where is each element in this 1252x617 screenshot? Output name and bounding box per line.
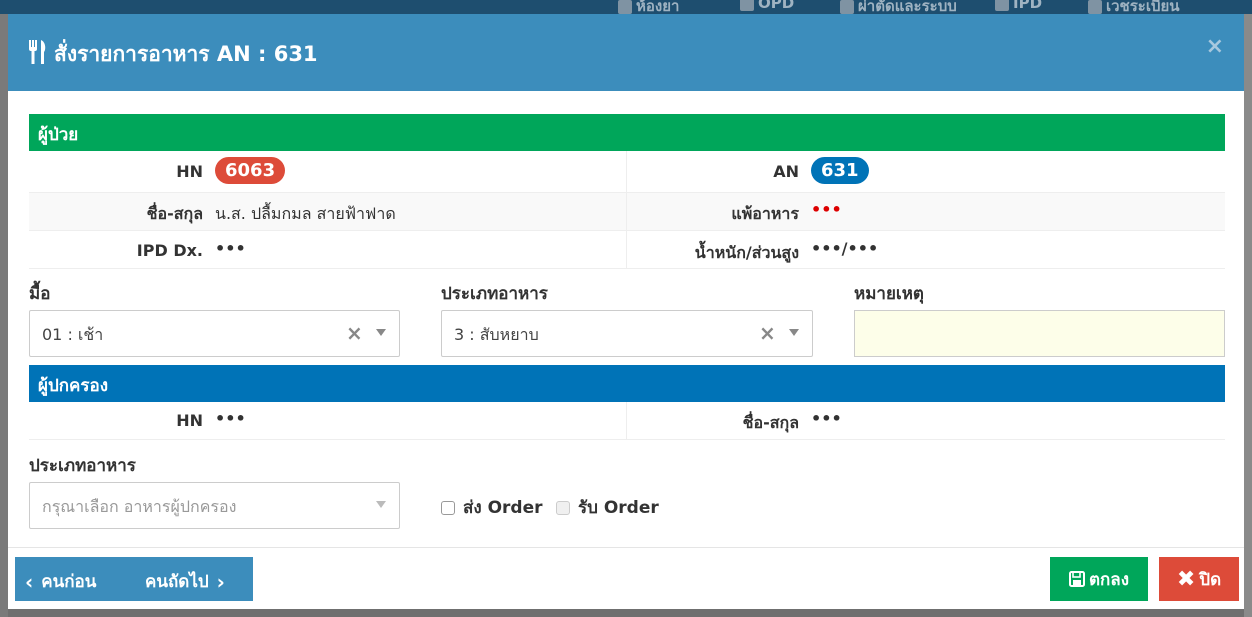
chevron-right-icon: › <box>216 569 225 594</box>
nav-records: เวชระเบียน <box>1088 0 1180 14</box>
meal-caret-icon[interactable] <box>376 329 386 336</box>
meal-clear-icon[interactable]: × <box>346 321 363 345</box>
patient-row-name-allergy: ชื่อ-สกุล น.ส. ปลื้มกมล สายฟ้าฟาด แพ้อาห… <box>29 193 1225 231</box>
guardian-section-heading: ผู้ปกครอง <box>29 365 1225 402</box>
guardian-name-label: ชื่อ-สกุล <box>742 413 799 432</box>
food-type-selected-value: 3 : สับหยาบ <box>454 325 539 344</box>
paw-icon <box>740 0 754 11</box>
patient-name: น.ส. ปลื้มกมล สายฟ้าฟาด <box>215 204 396 223</box>
guardian-food-select[interactable]: กรุณาเลือก อาหารผู้ปกครอง <box>29 482 400 529</box>
food-type-select[interactable]: 3 : สับหยาบ × <box>441 310 813 357</box>
background-left-edge <box>0 14 8 617</box>
guardian-food-placeholder: กรุณาเลือก อาหารผู้ปกครอง <box>42 497 237 516</box>
guardian-name-value: ••• <box>811 409 842 428</box>
background-navbar: ห้องยา OPD ผ่าตัดและระบบ IPD เวชระเบียน <box>0 0 1252 14</box>
next-patient-button[interactable]: คนถัดไป › <box>145 568 225 595</box>
nav-surgery: ผ่าตัดและระบบ <box>840 0 957 14</box>
weight-height-value: •••/••• <box>811 239 879 258</box>
gears-icon <box>840 0 854 14</box>
calendar-icon <box>1088 0 1102 14</box>
weight-height-label: น้ำหนัก/ส่วนสูง <box>694 243 799 262</box>
name-label: ชื่อ-สกุล <box>146 204 203 223</box>
receive-order-checkbox-wrap[interactable]: รับ Order <box>556 494 659 521</box>
patient-row-hn-an: HN 6063 AN 631 <box>29 151 1225 193</box>
send-order-checkbox-wrap[interactable]: ส่ง Order <box>441 494 543 521</box>
nav-pharmacy: ห้องยา <box>618 0 679 14</box>
meal-selected-value: 01 : เช้า <box>42 325 104 344</box>
dx-value: ••• <box>215 239 246 258</box>
meal-select[interactable]: 01 : เช้า × <box>29 310 400 357</box>
guardian-food-caret-icon[interactable] <box>376 501 386 508</box>
patient-navigation-group: ‹ คนก่อน คนถัดไป › <box>15 557 253 601</box>
meal-label: มื้อ <box>29 284 51 304</box>
hn-label: HN <box>176 162 203 181</box>
an-badge: 631 <box>811 157 869 184</box>
food-type-caret-icon[interactable] <box>789 329 799 336</box>
plus-box-icon <box>618 0 632 14</box>
patient-row-dx-weight: IPD Dx. ••• น้ำหนัก/ส่วนสูง •••/••• <box>29 231 1225 269</box>
guardian-row: HN ••• ชื่อ-สกุล ••• <box>29 402 1225 440</box>
send-order-label: ส่ง Order <box>463 498 543 518</box>
modal-title: สั่งรายการอาหาร AN : 631 <box>28 38 318 71</box>
times-icon: ✖ <box>1176 566 1196 592</box>
note-label: หมายเหตุ <box>854 284 924 304</box>
cutlery-icon <box>28 40 48 69</box>
save-icon <box>1068 571 1085 587</box>
patient-section-heading: ผู้ป่วย <box>29 114 1225 151</box>
previous-patient-button[interactable]: ‹ คนก่อน <box>25 568 96 595</box>
allergy-value: ••• <box>811 200 842 219</box>
close-button[interactable]: ✖ ปิด <box>1159 557 1239 601</box>
receive-order-checkbox[interactable] <box>556 500 570 515</box>
modal-close-icon[interactable]: × <box>1206 34 1224 59</box>
note-textarea[interactable] <box>854 310 1225 357</box>
food-type-clear-icon[interactable]: × <box>759 321 776 345</box>
footer-divider <box>8 547 1244 548</box>
modal-header: สั่งรายการอาหาร AN : 631 × <box>8 14 1244 91</box>
an-label: AN <box>773 162 799 181</box>
nav-opd: OPD <box>740 0 794 12</box>
nav-ipd: IPD <box>995 0 1042 12</box>
ok-button[interactable]: ตกลง <box>1050 557 1148 601</box>
guardian-hn-value: ••• <box>215 409 246 428</box>
receive-order-label: รับ Order <box>578 498 659 518</box>
food-type-label: ประเภทอาหาร <box>441 284 548 304</box>
bed-icon <box>995 0 1009 11</box>
send-order-checkbox[interactable] <box>441 500 455 515</box>
food-order-modal: สั่งรายการอาหาร AN : 631 × ผู้ป่วย HN 60… <box>8 14 1244 609</box>
allergy-label: แพ้อาหาร <box>731 204 799 223</box>
guardian-food-label: ประเภทอาหาร <box>29 456 136 476</box>
chevron-left-icon: ‹ <box>25 569 34 594</box>
guardian-hn-label: HN <box>176 411 203 430</box>
dx-label: IPD Dx. <box>136 241 203 260</box>
hn-badge: 6063 <box>215 157 286 184</box>
background-right-edge <box>1244 14 1252 617</box>
